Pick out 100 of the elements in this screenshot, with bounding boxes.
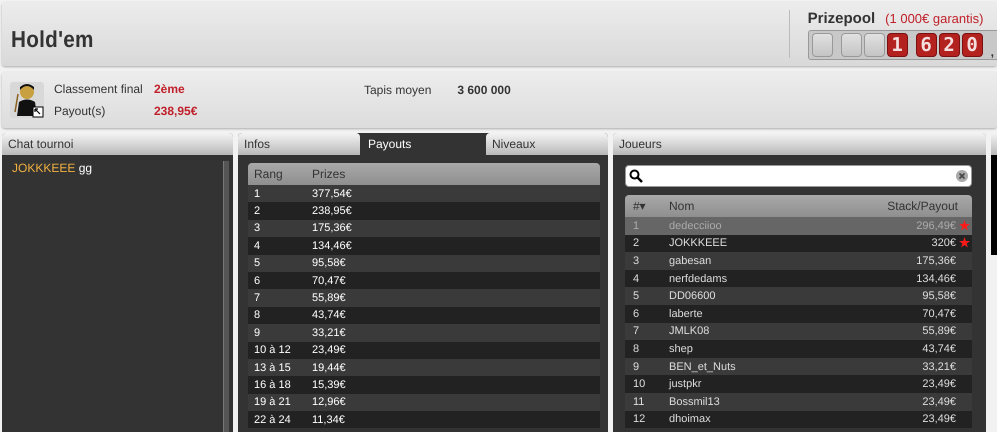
stat-value: 3 600 000 [457, 83, 511, 97]
search-field[interactable] [625, 165, 972, 187]
table-cell-text: 11 [632, 396, 646, 408]
table-cell-text: 9 [253, 326, 262, 339]
clear-icon[interactable] [956, 170, 968, 182]
counter-digit: 0 [962, 33, 983, 57]
table-cell: 95,58€ [312, 257, 346, 270]
stat-label: Payout(s) [54, 104, 106, 118]
guarantee-note: (1 000€ garantis) [885, 11, 984, 26]
table-cell-text: 43,74€ [921, 342, 956, 355]
player-row[interactable]: 6 laberte 70,47€ [625, 304, 972, 323]
table-cell-text: 3 [632, 254, 640, 267]
stat-value: 2ème [154, 82, 186, 96]
search-icon [629, 169, 643, 183]
table-cell-text: JOKKKEEE [669, 237, 728, 250]
scrollbar[interactable] [223, 161, 229, 432]
table-cell-text: 5 [632, 290, 640, 302]
table-cell-text: 23,49€ [921, 413, 956, 426]
table-cell-text: JMLK08 [669, 325, 710, 338]
player-row[interactable]: 7 JMLK08 55,89€ [625, 322, 972, 340]
player-row[interactable]: 4 nerfdedams 134,46€ [625, 270, 972, 288]
table-cell: 55,89€ [312, 292, 346, 304]
table-cell-text: nerfdedams [669, 272, 728, 285]
stat-label: Classement final [54, 82, 144, 96]
table-cell-text: 7 [632, 325, 640, 338]
avatar-icon [10, 82, 44, 118]
table-cell-text: 10 [632, 378, 646, 390]
panel-title: Chat tournoi [2, 133, 233, 155]
table-cell: 11,34€ [312, 414, 345, 426]
player-row[interactable]: 9 BEN_et_Nuts 33,21€ [625, 358, 972, 376]
table-cell-text: 13 à 15 [253, 362, 292, 374]
column-header[interactable]: Nom [669, 199, 878, 213]
table-cell-text: 6 [632, 308, 640, 320]
table-cell-text: 33,21€ [921, 360, 956, 373]
table-cell-text: 23,49€ [921, 378, 956, 390]
table-cell: 238,95€ [312, 205, 352, 218]
table-cell-text: 6 [253, 274, 262, 287]
table-cell-text: 4 [253, 240, 262, 252]
player-row[interactable]: 10 justpkr 23,49€ [625, 375, 972, 393]
table-cell-text: 95,58€ [921, 290, 956, 302]
column-header[interactable]: Prizes [312, 167, 346, 181]
table-cell-text: 9 [632, 360, 640, 373]
table-cell-text: 1 [632, 220, 640, 232]
player-row[interactable]: 5 DD06600 95,58€ [625, 287, 972, 305]
table-cell: 15,39€ [312, 378, 346, 391]
table-cell: 377,54€ [312, 188, 352, 200]
tab[interactable]: Infos [238, 133, 360, 155]
counter-digit: 2 [938, 33, 960, 57]
panel-title: Joueurs [613, 133, 986, 155]
table-cell-text: 3 [253, 222, 262, 234]
table-cell-text: 320€ [930, 237, 956, 250]
table-cell: 134,46€ [312, 240, 352, 252]
game-title: Hold'em [10, 24, 94, 52]
table-cell-text: 2 [253, 205, 262, 218]
column-header[interactable]: #▾ [625, 199, 669, 213]
stat-value: 238,95€ [154, 104, 198, 118]
player-row[interactable]: 12 dhoimax 23,49€ [625, 410, 972, 428]
prizepool-label: Prizepool [808, 10, 876, 27]
player-row[interactable]: 2 JOKKKEEE 320€ [625, 234, 972, 252]
player-row[interactable]: 8 shep 43,74€ [625, 340, 972, 358]
table-cell-text: 10 à 12 [253, 344, 292, 356]
table-cell-text: 16 à 18 [253, 378, 292, 391]
chat-message: JOKKKEEE gg [12, 161, 92, 175]
table-cell-text: laberte [669, 308, 704, 320]
table-cell-text: 19 à 21 [253, 396, 292, 408]
table-cell-text: 175,36€ [915, 254, 956, 267]
table-cell-text: BEN_et_Nuts [669, 360, 737, 373]
table-cell-text: justpkr [669, 378, 702, 390]
table-cell-text: 8 [632, 342, 640, 355]
table-cell: 23,49€ [312, 344, 346, 356]
table-cell-text: shep [669, 342, 694, 355]
table-cell-text: 12 [632, 413, 646, 426]
panel-header [991, 133, 997, 155]
table-cell-text: 8 [253, 309, 262, 322]
table-cell-text: 70,47€ [921, 308, 956, 320]
counter-digit: 6 [916, 33, 937, 57]
table-cell-text: 55,89€ [921, 325, 956, 338]
table-cell-text: 1 [253, 188, 262, 200]
table-cell-text: DD06600 [669, 290, 716, 302]
player-row[interactable]: 11 Bossmil13 23,49€ [625, 392, 972, 411]
table-cell-text: 2 [632, 237, 640, 250]
table-cell-text: 7 [253, 292, 262, 304]
table-cell-text: dhoimax [669, 413, 712, 426]
table-cell: 12,96€ [312, 396, 346, 408]
table-cell: 33,21€ [312, 326, 346, 339]
table-cell-text: 296,49€ [915, 220, 956, 232]
table-cell-text: 134,46€ [915, 272, 956, 285]
table-cell-text: 4 [632, 272, 640, 285]
table-cell-text: 23,49€ [921, 396, 956, 408]
counter-digit: 1 [886, 33, 908, 57]
table-cell-text: Bossmil13 [669, 396, 721, 408]
stat-label: Tapis moyen [364, 83, 432, 97]
player-row[interactable]: 3 gabesan 175,36€ [625, 252, 972, 270]
table-cell-text: 22 à 24 [253, 414, 292, 426]
table-cell: 43,74€ [312, 309, 346, 322]
table-cell: 175,36€ [312, 222, 352, 234]
tab[interactable]: Niveaux [486, 133, 608, 155]
column-header[interactable]: Stack/Payout [878, 199, 972, 213]
table-cell-text: dedecciioo [669, 220, 723, 232]
column-header[interactable]: Rang [248, 167, 312, 181]
